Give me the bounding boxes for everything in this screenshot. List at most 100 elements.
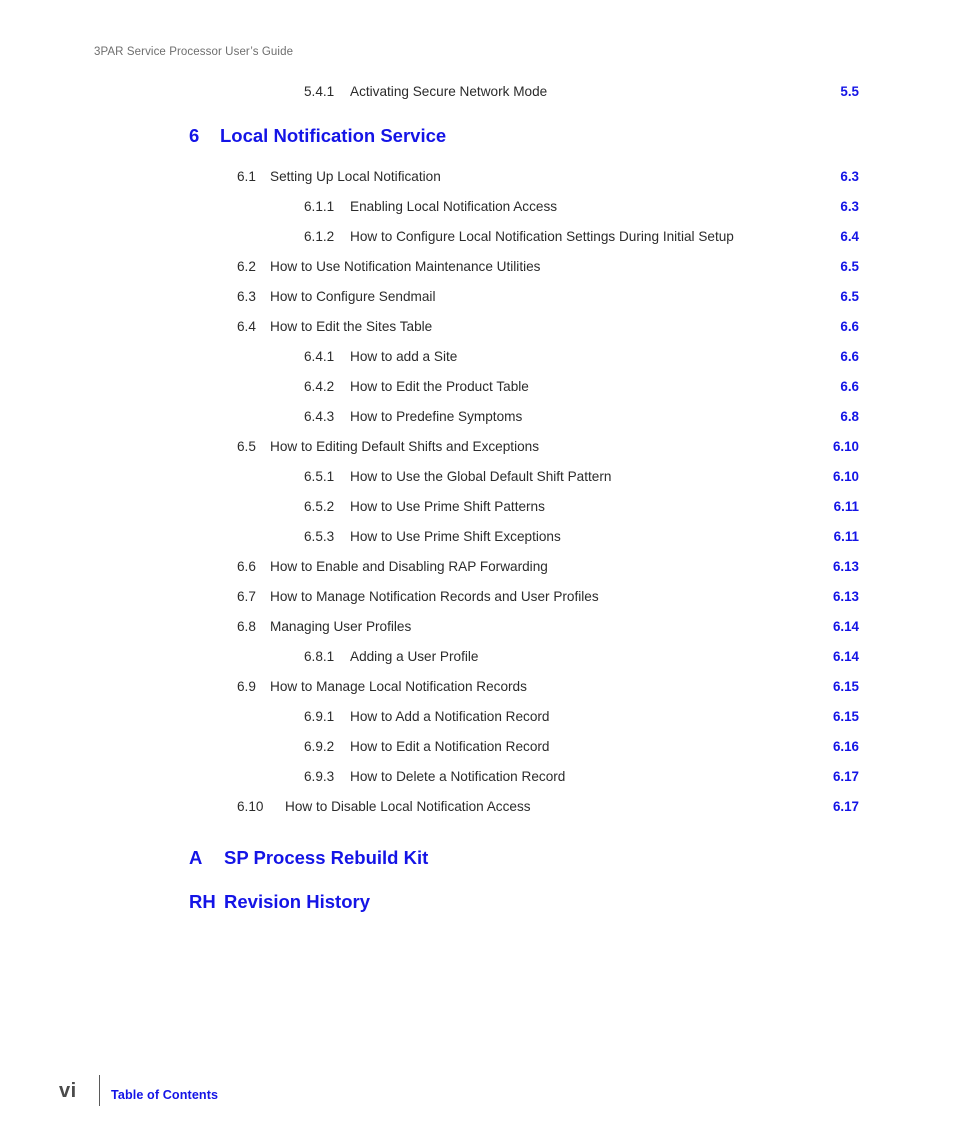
toc-entry-number: 6.4.3 <box>304 409 335 424</box>
toc-entry[interactable]: 6.7 How to Manage Notification Records a… <box>0 589 954 619</box>
toc-entry-number: 6.1 <box>237 169 256 184</box>
appendix-title: SP Process Rebuild Kit <box>224 847 429 868</box>
toc-entry[interactable]: 6.8.1 Adding a User Profile 6.14 <box>0 649 954 679</box>
toc-entry-page: 6.3 <box>840 169 859 184</box>
toc-entry-page: 6.14 <box>832 649 859 664</box>
toc-entry-page: 6.13 <box>832 559 859 574</box>
toc-entry-title: How to Configure Local Notification Sett… <box>350 229 734 244</box>
toc-entry-number: 6.4.1 <box>304 349 335 364</box>
toc-entry-page: 6.10 <box>832 439 859 454</box>
toc-entry-title: How to add a Site <box>350 349 458 364</box>
toc-entry-page: 5.5 <box>840 84 859 99</box>
toc-entry[interactable]: 6.10 How to Disable Local Notification A… <box>0 799 954 829</box>
toc-entry-title: How to Add a Notification Record <box>350 709 550 724</box>
toc-entry-page: 6.6 <box>840 349 859 364</box>
toc-entry-title: How to Edit the Sites Table <box>270 319 433 334</box>
toc-entry-page: 6.16 <box>832 739 859 754</box>
toc-entry[interactable]: 6.2 How to Use Notification Maintenance … <box>0 259 954 289</box>
toc-entry-number: 6.9.2 <box>304 739 335 754</box>
toc-entry-page: 6.6 <box>840 319 859 334</box>
toc-entry[interactable]: 6.1 Setting Up Local Notification 6.3 <box>0 169 954 199</box>
toc-entry-number: 6.4 <box>237 319 256 334</box>
appendix-number: RH <box>189 891 216 912</box>
toc-entry-title: How to Enable and Disabling RAP Forwardi… <box>270 559 548 574</box>
toc-entry[interactable]: 6.4.2 How to Edit the Product Table 6.6 <box>0 379 954 409</box>
toc-entry-title: How to Use Prime Shift Exceptions <box>350 529 561 544</box>
chapter-number: 6 <box>189 125 200 146</box>
toc-entry[interactable]: 5.4.1 Activating Secure Network Mode 5.5 <box>0 84 954 114</box>
page-footer: vi Table of Contents <box>0 1069 954 1109</box>
toc-entry-title: How to Use the Global Default Shift Patt… <box>350 469 612 484</box>
toc-entry-page: 6.8 <box>840 409 859 424</box>
toc-entry-page: 6.15 <box>832 679 859 694</box>
toc-entry-page: 6.5 <box>840 289 859 304</box>
toc-entry[interactable]: 6.4.1 How to add a Site 6.6 <box>0 349 954 379</box>
toc-entry[interactable]: 6.9.1 How to Add a Notification Record 6… <box>0 709 954 739</box>
toc-chapter-heading[interactable]: 6 Local Notification Service <box>0 125 954 169</box>
toc-entry-number: 6.5.2 <box>304 499 335 514</box>
toc-entry-title: How to Configure Sendmail <box>270 289 436 304</box>
toc-entry[interactable]: 6.6 How to Enable and Disabling RAP Forw… <box>0 559 954 589</box>
toc-entry-page: 6.5 <box>840 259 859 274</box>
toc-entry-page: 6.11 <box>833 529 859 544</box>
toc-entry[interactable]: 6.9 How to Manage Local Notification Rec… <box>0 679 954 709</box>
toc-entry-number: 6.8.1 <box>304 649 335 664</box>
footer-divider <box>99 1075 100 1106</box>
toc-appendix-heading-a[interactable]: A SP Process Rebuild Kit <box>0 847 954 891</box>
toc-entry-title: Activating Secure Network Mode <box>350 84 548 99</box>
toc-entry-number: 6.9.3 <box>304 769 335 784</box>
toc-entry-title: How to Use Notification Maintenance Util… <box>270 259 541 274</box>
toc-entry-page: 6.4 <box>840 229 859 244</box>
document-page: 3PAR Service Processor User’s Guide 5.4.… <box>0 0 954 1145</box>
toc-entry-title: How to Manage Local Notification Records <box>270 679 527 694</box>
toc-entry[interactable]: 6.5.1 How to Use the Global Default Shif… <box>0 469 954 499</box>
toc-entry-page: 6.17 <box>832 769 859 784</box>
toc-entry[interactable]: 6.9.2 How to Edit a Notification Record … <box>0 739 954 769</box>
toc-entry[interactable]: 6.9.3 How to Delete a Notification Recor… <box>0 769 954 799</box>
toc-entry-number: 6.10 <box>237 799 264 814</box>
toc-entry-number: 6.5 <box>237 439 256 454</box>
toc-entry-number: 6.5.1 <box>304 469 335 484</box>
toc-entry-title: Enabling Local Notification Access <box>350 199 558 214</box>
toc-entry[interactable]: 6.3 How to Configure Sendmail 6.5 <box>0 289 954 319</box>
toc-entry-title: How to Editing Default Shifts and Except… <box>270 439 540 454</box>
toc-entry-page: 6.14 <box>832 619 859 634</box>
toc-entry-title: How to Delete a Notification Record <box>350 769 566 784</box>
appendix-title: Revision History <box>224 891 370 912</box>
toc-entry[interactable]: 6.5.2 How to Use Prime Shift Patterns 6.… <box>0 499 954 529</box>
toc-appendix-heading-rh[interactable]: RH Revision History <box>0 891 954 935</box>
toc-entry-page: 6.3 <box>840 199 859 214</box>
chapter-title: Local Notification Service <box>220 125 447 146</box>
toc-entry[interactable]: 6.8 Managing User Profiles 6.14 <box>0 619 954 649</box>
toc-entry-number: 6.9.1 <box>304 709 335 724</box>
toc-entry-number: 6.9 <box>237 679 256 694</box>
running-header: 3PAR Service Processor User’s Guide <box>94 46 294 58</box>
toc-entry-title: Managing User Profiles <box>270 619 412 634</box>
toc-entry[interactable]: 6.4 How to Edit the Sites Table 6.6 <box>0 319 954 349</box>
toc-entry-page: 6.13 <box>832 589 859 604</box>
appendix-number: A <box>189 847 203 868</box>
toc-entry[interactable]: 6.1.2 How to Configure Local Notificatio… <box>0 229 954 259</box>
toc-entry-number: 5.4.1 <box>304 84 335 99</box>
toc-entry-number: 6.2 <box>237 259 256 274</box>
toc-entry[interactable]: 6.5 How to Editing Default Shifts and Ex… <box>0 439 954 469</box>
toc-entry-title: Adding a User Profile <box>350 649 479 664</box>
toc-entry-number: 6.8 <box>237 619 256 634</box>
toc-entry-number: 6.6 <box>237 559 256 574</box>
toc-entry-page: 6.11 <box>833 499 859 514</box>
toc-entry[interactable]: 6.4.3 How to Predefine Symptoms 6.8 <box>0 409 954 439</box>
toc-entry-number: 6.1.1 <box>304 199 335 214</box>
toc-entry-number: 6.3 <box>237 289 256 304</box>
toc-entry[interactable]: 6.1.1 Enabling Local Notification Access… <box>0 199 954 229</box>
toc-entry-title: How to Disable Local Notification Access <box>285 799 531 814</box>
toc-entry-number: 6.4.2 <box>304 379 335 394</box>
toc-entry-page: 6.6 <box>840 379 859 394</box>
page-folio: vi <box>59 1080 77 1102</box>
toc-entry[interactable]: 6.5.3 How to Use Prime Shift Exceptions … <box>0 529 954 559</box>
toc-entry-number: 6.1.2 <box>304 229 335 244</box>
toc-entry-title: How to Use Prime Shift Patterns <box>350 499 545 514</box>
table-of-contents: 5.4.1 Activating Secure Network Mode 5.5… <box>0 84 954 935</box>
toc-entry-number: 6.5.3 <box>304 529 335 544</box>
